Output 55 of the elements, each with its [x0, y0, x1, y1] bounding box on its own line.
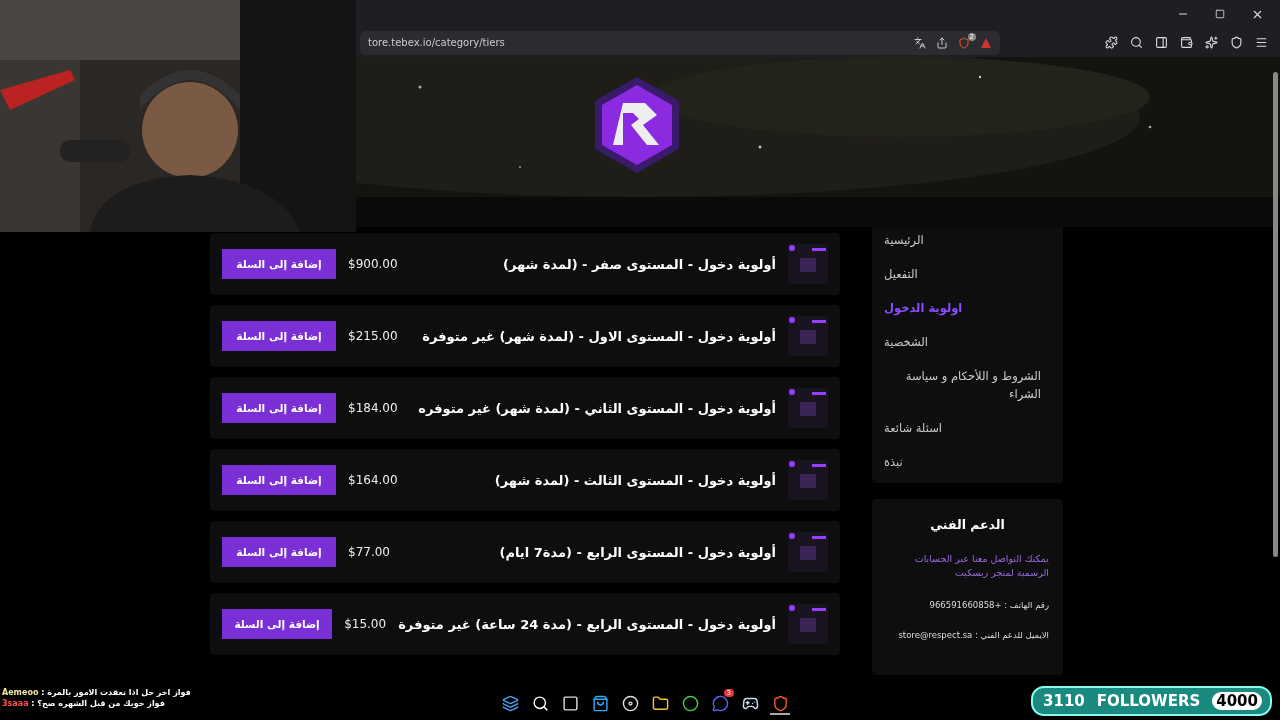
- sidebar-item[interactable]: الشخصية: [884, 333, 928, 351]
- extensions-icon[interactable]: [1105, 36, 1118, 49]
- sidebar-item[interactable]: الشروط و اللأحكام و سياسة الشراء: [884, 367, 1041, 403]
- product-thumbnail: [788, 604, 828, 644]
- share-icon[interactable]: [936, 36, 948, 49]
- sidebar-item[interactable]: اولوية الدخول: [884, 299, 963, 317]
- product-thumbnail: [788, 388, 828, 428]
- add-to-cart-button[interactable]: إضافة إلى السلة: [222, 321, 336, 351]
- chat-message: : فواز اخر حل اذا تعقدت الامور بالمرة: [41, 688, 191, 697]
- sidebar-item[interactable]: التفعيل: [884, 265, 918, 283]
- support-description: يمكنك التواصل معنا عبر الحسابات الرسمية لمتجر ريسكيت: [913, 552, 1049, 580]
- product-price: $900.00: [348, 257, 398, 271]
- translate-icon[interactable]: [914, 36, 926, 49]
- sidebar-item[interactable]: الرئيسية: [884, 231, 924, 249]
- product-thumbnail: [788, 460, 828, 500]
- maximize-icon[interactable]: [1215, 9, 1225, 19]
- sidebar-icon[interactable]: [1155, 36, 1168, 49]
- add-to-cart-button[interactable]: إضافة إلى السلة: [222, 393, 336, 423]
- product-title: أولوية دخول - المستوى صفر - (لمدة شهر): [501, 256, 776, 272]
- followers-count: 3110: [1043, 692, 1085, 710]
- sparkle-icon[interactable]: [1205, 36, 1218, 49]
- search-icon[interactable]: [1130, 36, 1143, 49]
- followers-goal: 4000: [1212, 692, 1262, 710]
- support-title: الدعم الفني: [929, 517, 1006, 532]
- sidebar-item[interactable]: اسئلة شائعة: [884, 419, 942, 437]
- email-text: الايميل للدعم الفني : store@respect.sa: [897, 630, 1049, 640]
- product-price: $77.00: [348, 545, 390, 559]
- product-price: $184.00: [348, 401, 398, 415]
- phone-text: رقم الهاتف : +966591660858: [928, 600, 1049, 610]
- product-title: أولوية دخول - المستوى الرابع - (مدة 24 ساعة) غير متوفرة: [398, 616, 776, 632]
- chat-username: Aemeoo: [2, 688, 39, 697]
- product-price: $164.00: [348, 473, 398, 487]
- product-title: أولوية دخول - المستوى الثالث - (لمدة شهر): [493, 472, 776, 488]
- chat-username: 3saaa: [2, 699, 29, 708]
- triangle-icon[interactable]: [980, 36, 992, 49]
- add-to-cart-button[interactable]: إضافة إلى السلة: [222, 249, 336, 279]
- product-price: $215.00: [348, 329, 398, 343]
- taskbar-icon[interactable]: [770, 693, 790, 715]
- followers-label: FOLLOWERS: [1096, 692, 1201, 710]
- product-thumbnail: [788, 316, 828, 356]
- wallet-icon[interactable]: [1180, 36, 1193, 49]
- chat-message: : فواز خويك من قبل الشهره صح؟: [31, 699, 165, 708]
- product-thumbnail: [788, 244, 828, 284]
- add-to-cart-button[interactable]: إضافة إلى السلة: [222, 465, 336, 495]
- product-title: أولوية دخول - المستوى الثاني - (لمدة شهر) غير متوفره: [417, 400, 776, 416]
- add-to-cart-button[interactable]: إضافة إلى السلة: [222, 537, 336, 567]
- url-text: tore.tebex.io/category/tiers: [368, 37, 506, 48]
- scrollbar[interactable]: [1273, 72, 1278, 557]
- sidebar-item[interactable]: نبذة: [884, 453, 903, 471]
- product-thumbnail: [788, 532, 828, 572]
- product-price: $15.00: [344, 617, 387, 631]
- menu-icon[interactable]: [1255, 36, 1268, 49]
- add-to-cart-button[interactable]: إضافة إلى السلة: [222, 609, 333, 639]
- product-title: أولوية دخول - المستوى الاول - (لمدة شهر) غير متوفرة: [421, 328, 776, 344]
- product-title: أولوية دخول - المستوى الرابع - (مدة7 ايام): [498, 544, 776, 560]
